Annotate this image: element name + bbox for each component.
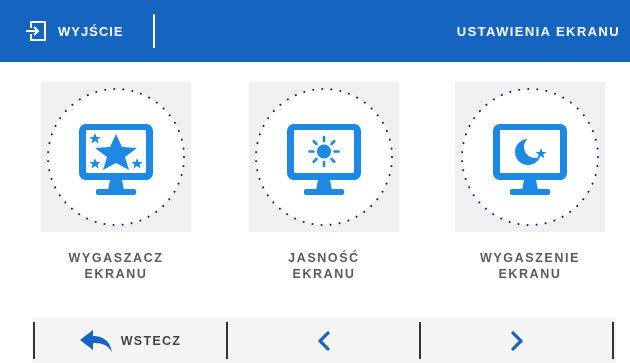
- screen-off-tile[interactable]: [455, 82, 605, 232]
- chevron-right-icon: [510, 330, 523, 351]
- back-arrow-icon: [79, 329, 112, 352]
- screen-off-label: WYGASZENIE EKRANU: [455, 250, 605, 282]
- previous-button[interactable]: [229, 318, 418, 363]
- footer-divider: [226, 322, 228, 359]
- footer-divider: [612, 322, 614, 359]
- footer-nav: WSTECZ: [0, 318, 630, 363]
- screensaver-tile[interactable]: [41, 82, 191, 232]
- screensaver-label-line1: WYGASZACZ: [68, 251, 164, 265]
- screensaver-monitor-icon: [47, 88, 185, 226]
- screen-off-label-line1: WYGASZENIE: [479, 251, 581, 265]
- footer-divider: [419, 322, 421, 359]
- brightness-monitor-icon: [255, 88, 393, 226]
- back-label: WSTECZ: [120, 333, 182, 348]
- exit-label: WYJŚCIE: [58, 23, 124, 39]
- screensaver-label: WYGASZACZ EKRANU: [41, 250, 191, 282]
- brightness-label-line1: JASNOŚĆ: [288, 251, 360, 265]
- chevron-left-icon: [317, 330, 330, 351]
- brightness-label-line2: EKRANU: [292, 267, 356, 281]
- back-button[interactable]: WSTECZ: [35, 318, 225, 363]
- header-bar: WYJŚCIE USTAWIENIA EKRANU: [0, 0, 630, 62]
- screensaver-label-line2: EKRANU: [84, 267, 148, 281]
- page-title: USTAWIENIA EKRANU: [456, 23, 620, 39]
- exit-icon: [26, 21, 46, 41]
- brightness-label: JASNOŚĆ EKRANU: [249, 250, 399, 282]
- header-divider: [153, 14, 155, 48]
- exit-button[interactable]: WYJŚCIE: [0, 0, 155, 62]
- screen-off-monitor-icon: [461, 88, 599, 226]
- next-button[interactable]: [422, 318, 611, 363]
- screen-off-label-line2: EKRANU: [498, 267, 562, 281]
- brightness-tile[interactable]: [249, 82, 399, 232]
